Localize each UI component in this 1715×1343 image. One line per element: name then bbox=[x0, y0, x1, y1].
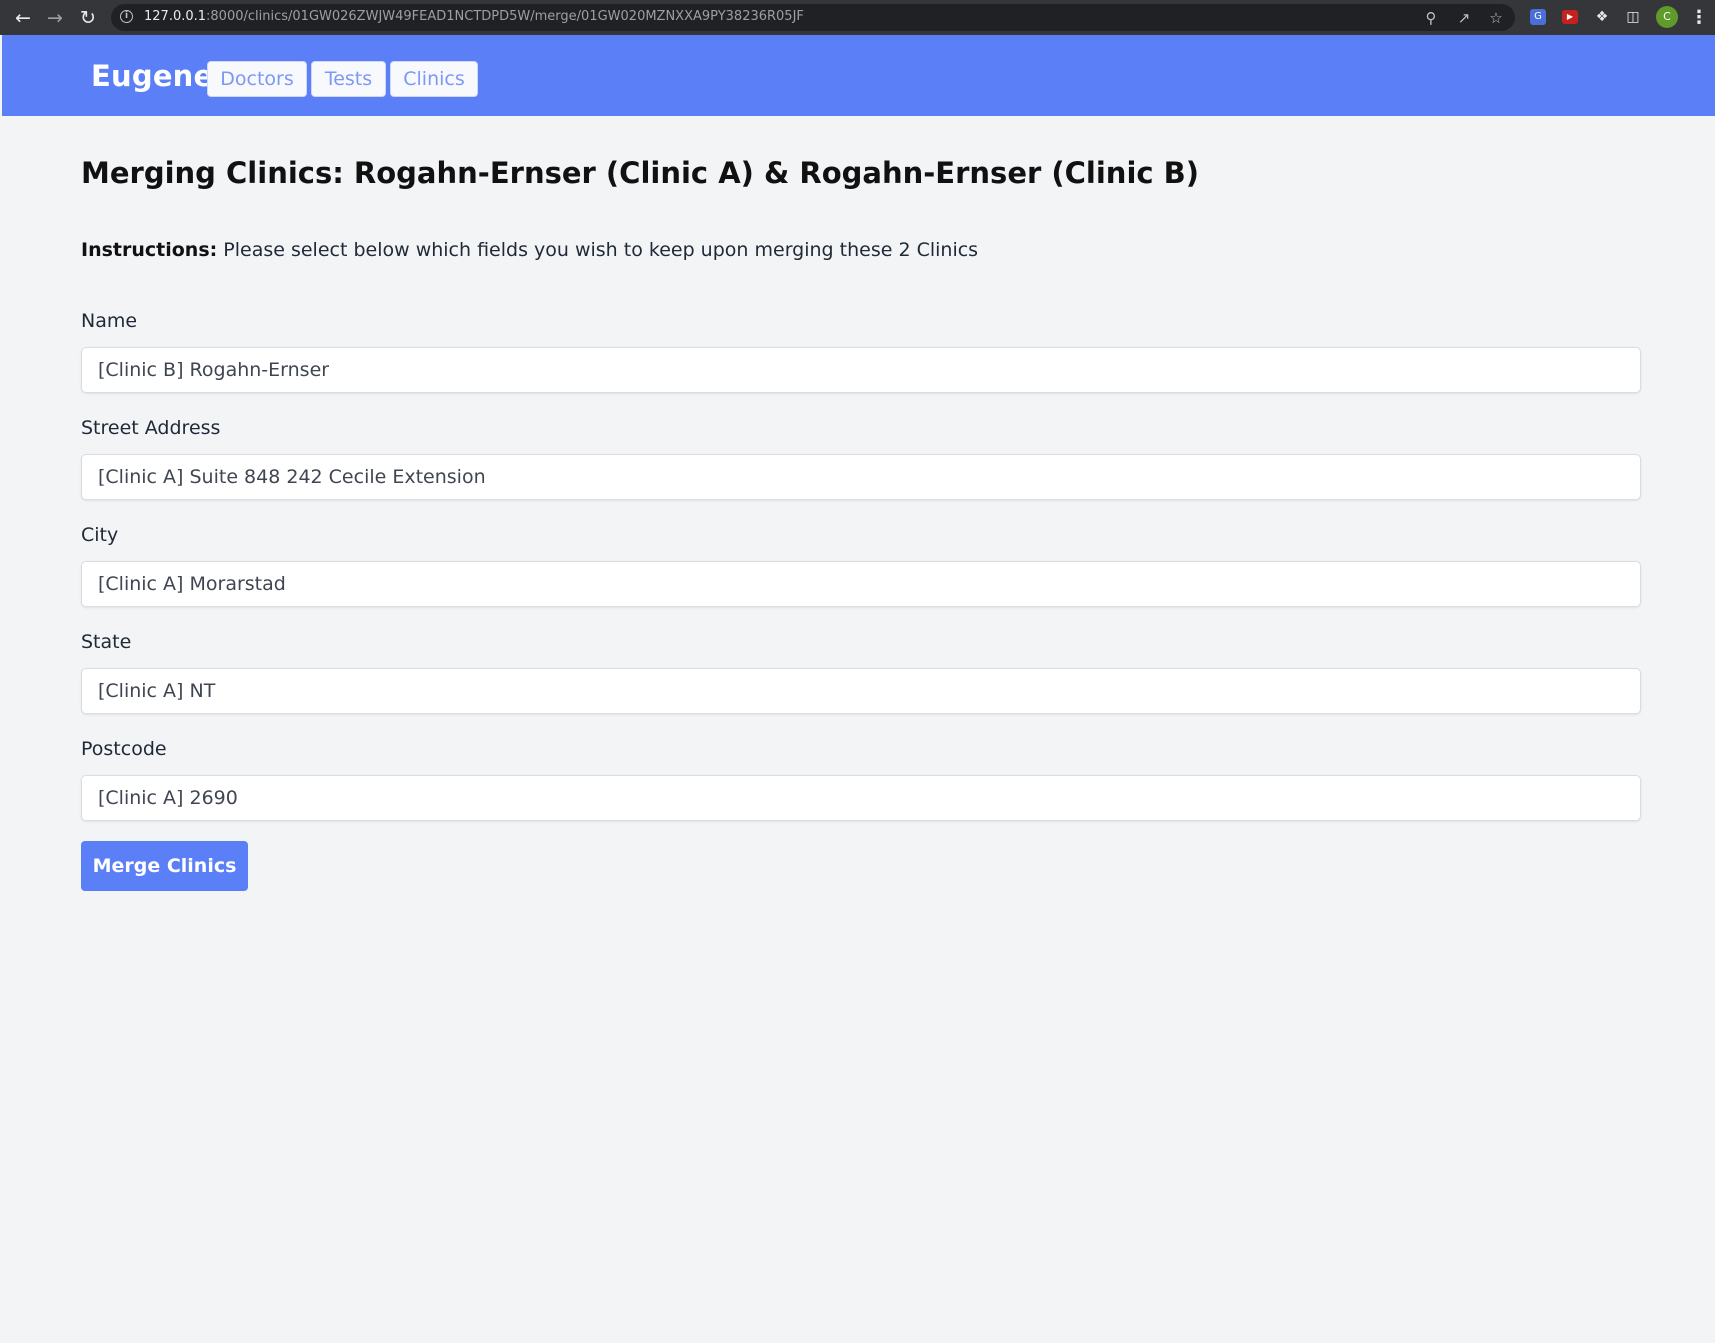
instructions-text: Please select below which fields you wis… bbox=[217, 239, 979, 261]
name-select[interactable]: [Clinic B] Rogahn-Ernser bbox=[81, 347, 1641, 393]
extensions-puzzle-icon[interactable]: ❖ bbox=[1592, 7, 1612, 27]
site-info-icon[interactable]: i bbox=[120, 10, 133, 23]
merge-clinics-button[interactable]: Merge Clinics bbox=[81, 841, 248, 891]
browser-menu-icon[interactable]: ⋮ bbox=[1690, 6, 1708, 30]
city-label: City bbox=[81, 524, 119, 546]
share-icon[interactable]: ↗ bbox=[1454, 8, 1474, 28]
name-label: Name bbox=[81, 310, 138, 332]
forward-arrow-icon[interactable]: → bbox=[43, 6, 67, 30]
back-arrow-icon[interactable]: ← bbox=[11, 6, 35, 30]
video-extension-icon[interactable]: ▶ bbox=[1562, 10, 1578, 24]
page-title: Merging Clinics: Rogahn-Ernser (Clinic A… bbox=[81, 156, 1200, 190]
postcode-select[interactable]: [Clinic A] 2690 bbox=[81, 775, 1641, 821]
url-text[interactable]: 127.0.0.1:8000/clinics/01GW026ZWJW49FEAD… bbox=[144, 9, 804, 24]
browser-toolbar: ← → ↻ i 127.0.0.1:8000/clinics/01GW026ZW… bbox=[0, 0, 1715, 35]
side-panel-icon[interactable]: ◫ bbox=[1623, 7, 1643, 27]
postcode-label: Postcode bbox=[81, 738, 167, 760]
instructions-label: Instructions: bbox=[81, 239, 218, 261]
bookmark-star-icon[interactable]: ☆ bbox=[1486, 8, 1506, 28]
nav-tests[interactable]: Tests bbox=[311, 61, 386, 97]
nav-doctors[interactable]: Doctors bbox=[207, 61, 307, 97]
zoom-icon[interactable]: ⚲ bbox=[1421, 8, 1441, 28]
brand-logo[interactable]: Eugene bbox=[91, 59, 213, 93]
reload-icon[interactable]: ↻ bbox=[76, 6, 100, 30]
street-address-label: Street Address bbox=[81, 417, 221, 439]
profile-avatar[interactable]: C bbox=[1656, 6, 1678, 28]
city-select[interactable]: [Clinic A] Morarstad bbox=[81, 561, 1641, 607]
address-bar[interactable]: i 127.0.0.1:8000/clinics/01GW026ZWJW49FE… bbox=[111, 4, 1515, 31]
app-header: Eugene Doctors Tests Clinics bbox=[2, 35, 1715, 116]
instructions: Instructions: Please select below which … bbox=[81, 239, 978, 261]
translate-extension-icon[interactable]: G bbox=[1530, 9, 1546, 25]
street-address-select[interactable]: [Clinic A] Suite 848 242 Cecile Extensio… bbox=[81, 454, 1641, 500]
nav-clinics[interactable]: Clinics bbox=[390, 61, 478, 97]
state-select[interactable]: [Clinic A] NT bbox=[81, 668, 1641, 714]
state-label: State bbox=[81, 631, 132, 653]
